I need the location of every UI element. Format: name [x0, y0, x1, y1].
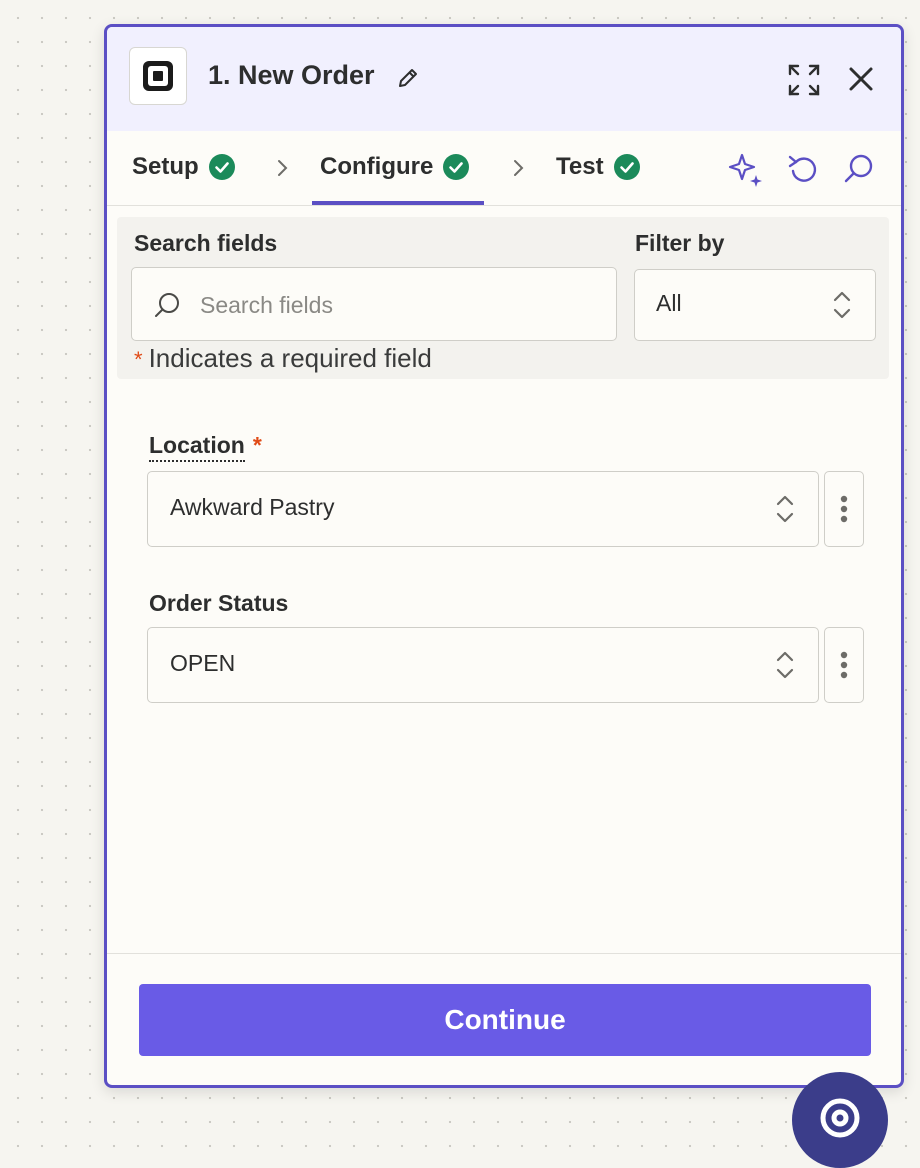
step-title: 1. New Order: [208, 60, 375, 90]
square-app-icon: [129, 47, 187, 105]
location-select[interactable]: Awkward Pastry: [147, 471, 819, 547]
order-status-select[interactable]: OPEN: [147, 627, 819, 703]
tab-configure[interactable]: Configure: [320, 153, 470, 181]
footer-divider: [107, 953, 901, 954]
required-star: *: [134, 347, 143, 372]
continue-button[interactable]: Continue: [139, 984, 871, 1056]
location-label: Location *: [149, 432, 262, 462]
filter-by-label: Filter by: [635, 230, 725, 256]
search-fields-label: Search fields: [134, 230, 278, 256]
required-note-text: Indicates a required field: [148, 343, 432, 373]
location-label-text: Location: [149, 432, 245, 462]
location-more-options-button[interactable]: [824, 471, 864, 547]
help-icon: [820, 1098, 860, 1138]
check-circle-icon: [208, 154, 235, 180]
filter-by-value: All: [656, 290, 682, 316]
tab-test-label: Test: [556, 153, 604, 180]
tab-test[interactable]: Test: [556, 153, 640, 181]
pencil-icon[interactable]: [396, 66, 420, 90]
search-icon[interactable]: [841, 151, 877, 187]
tab-setup-label: Setup: [132, 153, 199, 180]
order-status-more-options-button[interactable]: [824, 627, 864, 703]
more-vertical-icon: [840, 495, 848, 523]
order-status-label: Order Status: [149, 590, 289, 616]
select-arrows-icon: [776, 651, 794, 679]
panel-header: 1. New Order: [107, 27, 901, 131]
required-star: *: [252, 432, 262, 458]
chevron-right-icon: [278, 160, 288, 176]
search-icon: [155, 293, 179, 317]
location-value: Awkward Pastry: [170, 494, 335, 520]
field-filter-area: Search fields Filter by All *Indicates a…: [117, 217, 889, 379]
undo-icon[interactable]: [786, 151, 822, 187]
step-editor-panel: 1. New Order Setup Configure Test Search…: [104, 24, 904, 1088]
chevron-right-icon: [514, 160, 524, 176]
more-vertical-icon: [840, 651, 848, 679]
tab-setup[interactable]: Setup: [132, 153, 235, 181]
search-fields-box[interactable]: [131, 267, 617, 341]
select-arrows-icon: [776, 495, 794, 523]
check-circle-icon: [613, 154, 640, 180]
close-icon[interactable]: [847, 65, 875, 93]
select-arrows-icon: [833, 291, 851, 319]
tab-configure-label: Configure: [320, 153, 434, 180]
expand-icon[interactable]: [787, 63, 821, 97]
order-status-value: OPEN: [170, 650, 236, 676]
active-tab-indicator: [312, 201, 484, 205]
search-fields-input[interactable]: [200, 288, 600, 322]
step-tabs: Setup Configure Test: [107, 131, 901, 206]
check-circle-icon: [443, 154, 470, 180]
help-button[interactable]: [792, 1072, 888, 1168]
sparkle-ai-icon[interactable]: [728, 151, 764, 187]
filter-by-select[interactable]: All: [634, 269, 876, 341]
required-field-note: * Indicates a required field: [134, 343, 432, 374]
